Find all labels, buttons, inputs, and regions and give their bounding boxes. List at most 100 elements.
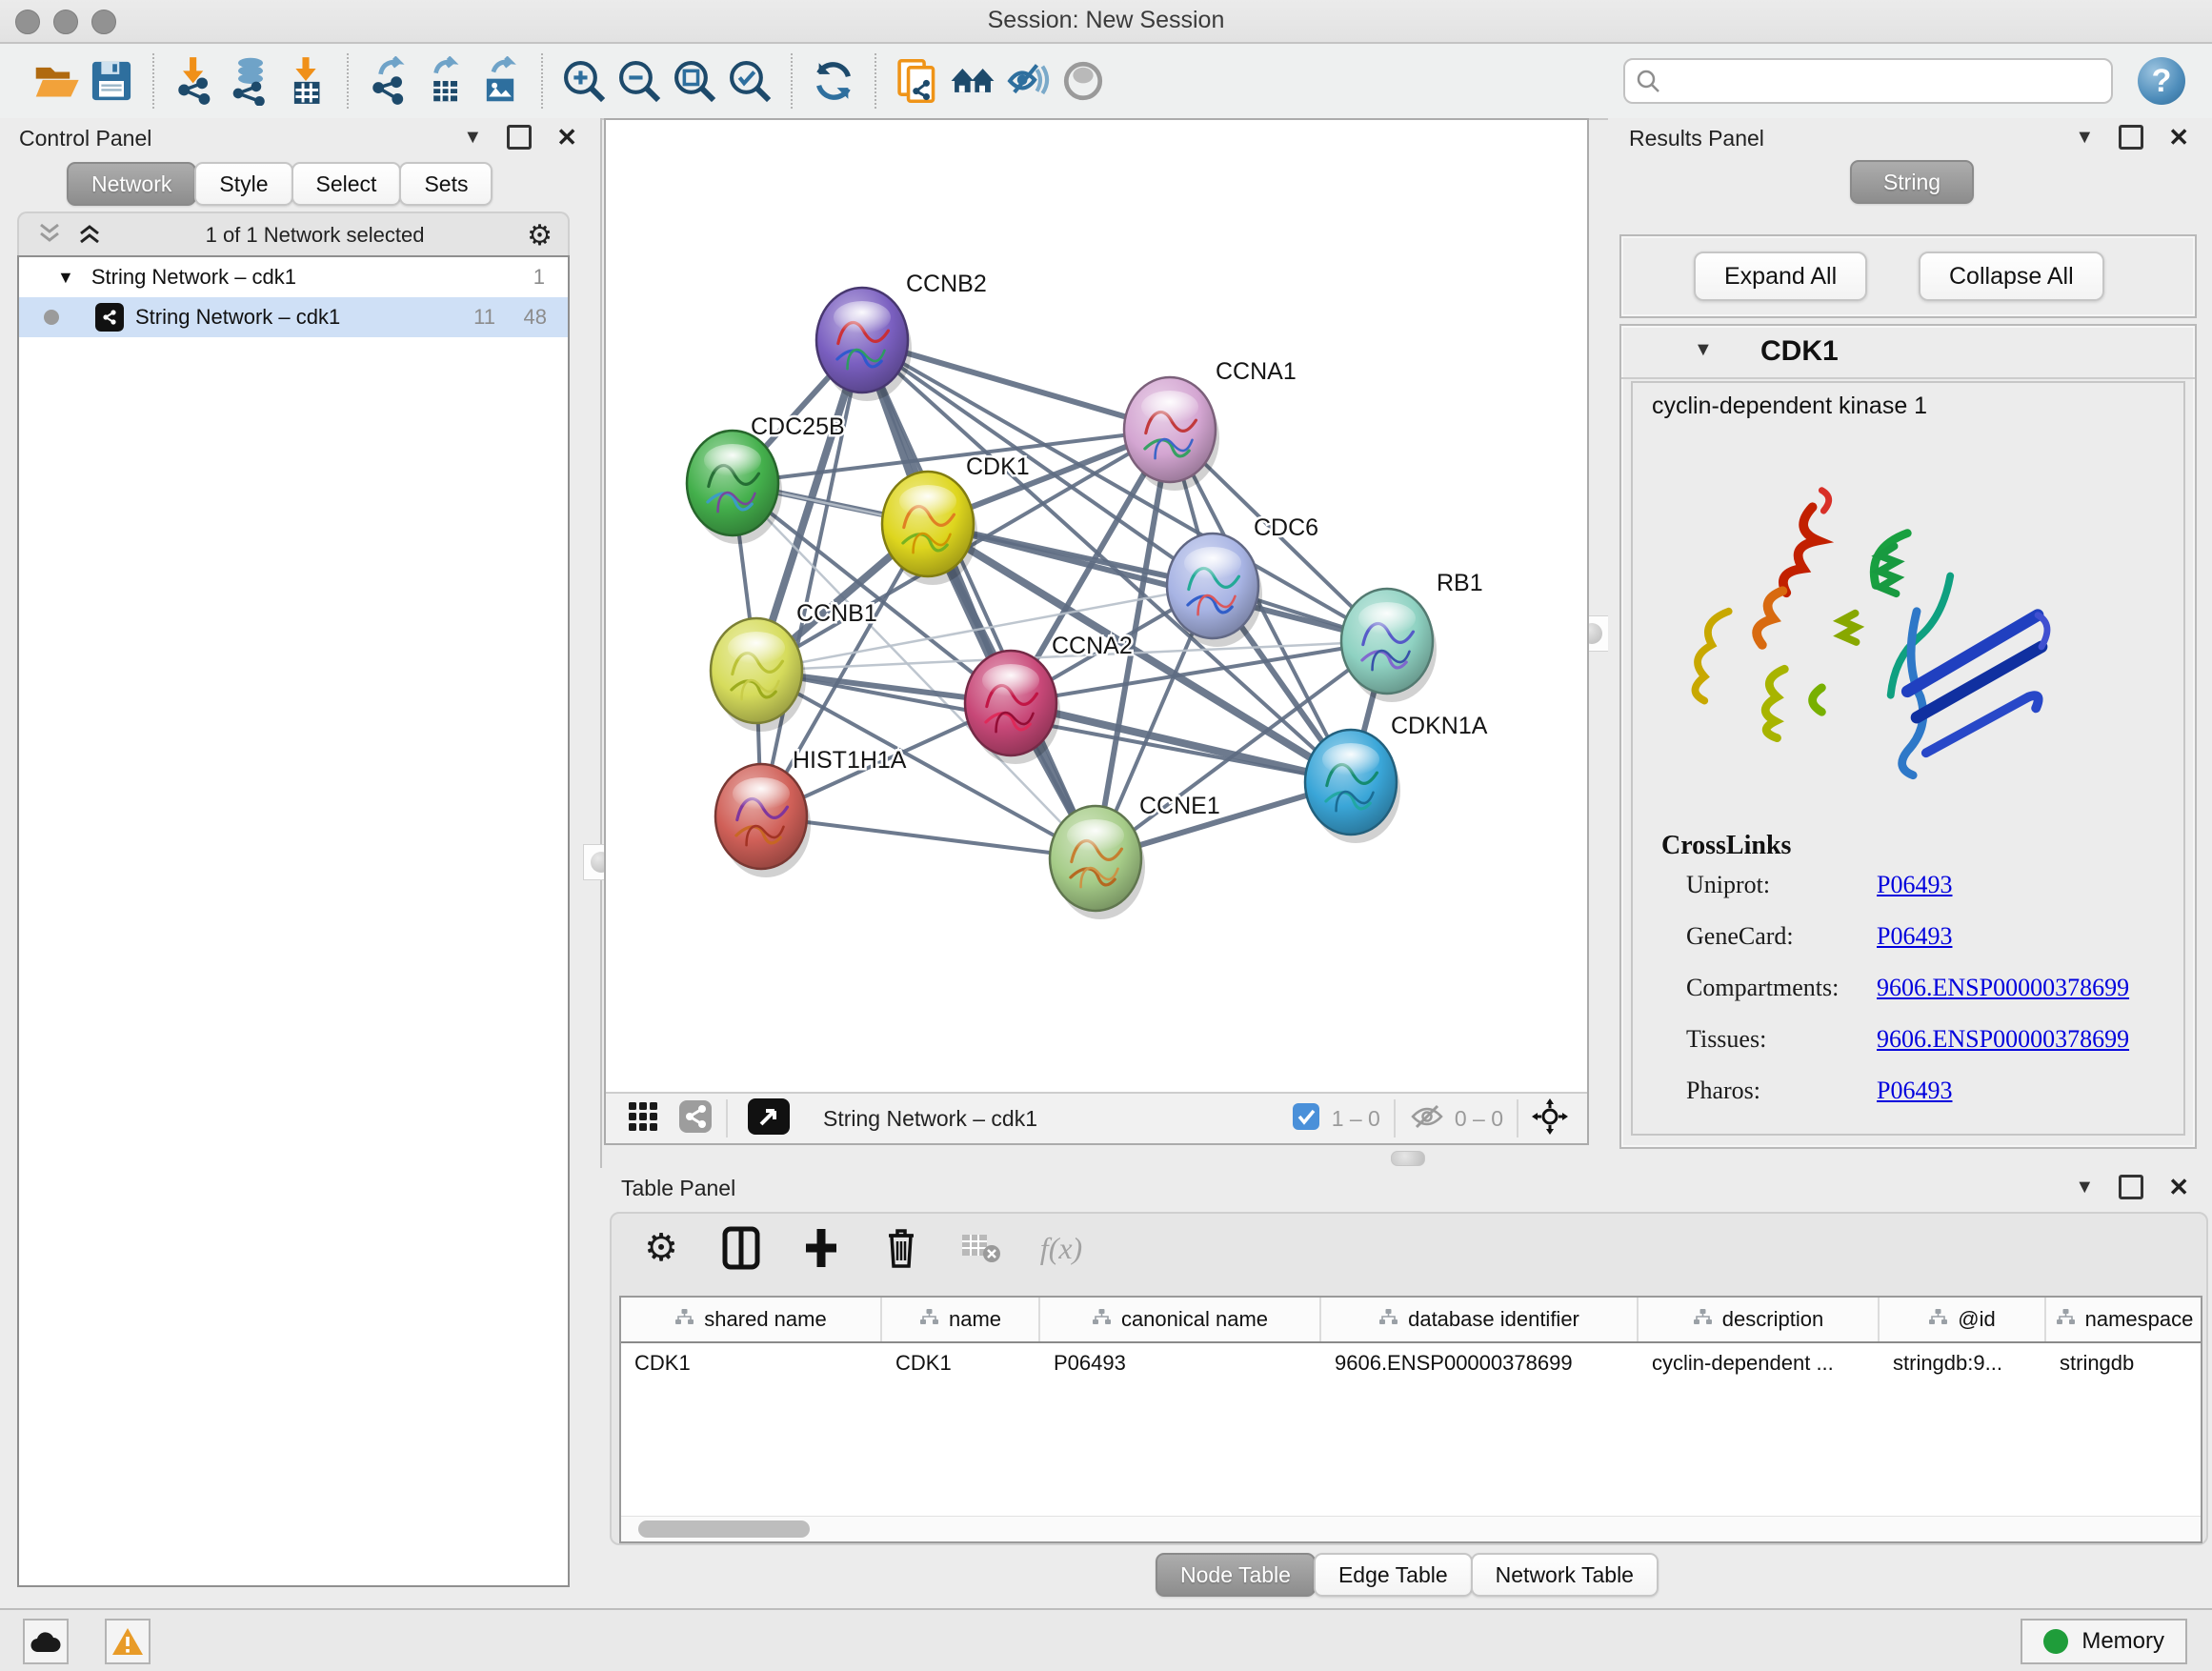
column-header-databaseidentifier[interactable]: database identifier [1321, 1298, 1639, 1341]
table-tab-edge-table[interactable]: Edge Table [1314, 1553, 1473, 1597]
zoom-out-button[interactable] [612, 53, 667, 109]
help-button[interactable]: ? [2138, 57, 2185, 105]
results-panel-float-icon[interactable] [2119, 125, 2143, 150]
import-network-file-button[interactable] [168, 53, 223, 109]
export-network-button[interactable] [362, 53, 417, 109]
network-node-CDK1[interactable] [882, 472, 977, 585]
table-tab-network-table[interactable]: Network Table [1471, 1553, 1659, 1597]
refresh-layout-button[interactable] [806, 53, 861, 109]
zoom-fit-button[interactable] [667, 53, 722, 109]
network-node-CCNE1[interactable] [1050, 806, 1145, 919]
network-node-RB1[interactable] [1341, 589, 1437, 702]
results-panel-menu-icon[interactable]: ▼ [2075, 127, 2094, 149]
export-table-button[interactable] [417, 53, 473, 109]
network-node-CCNB2[interactable] [816, 288, 912, 401]
network-list-gear-icon[interactable]: ⚙ [527, 219, 553, 252]
network-share-icon[interactable] [678, 1099, 713, 1138]
zoom-selected-button[interactable] [722, 53, 777, 109]
network-node-CDC25B[interactable] [687, 431, 782, 544]
selected-checkbox-icon[interactable] [1292, 1102, 1320, 1136]
function-builder-icon[interactable]: f(x) [1036, 1223, 1086, 1273]
table-horizontal-scrollbar[interactable] [621, 1516, 2201, 1541]
table-panel-float-icon[interactable] [2119, 1175, 2143, 1199]
table-cell[interactable]: CDK1 [621, 1343, 882, 1383]
gene-disclosure-icon[interactable]: ▼ [1694, 339, 1713, 361]
column-header-description[interactable]: description [1639, 1298, 1880, 1341]
tab-style[interactable]: Style [194, 162, 292, 206]
string-glass-sphere-button[interactable] [1056, 53, 1111, 109]
table-tab-node-table[interactable]: Node Table [1156, 1553, 1316, 1597]
zoom-in-button[interactable] [556, 53, 612, 109]
table-cell[interactable]: CDK1 [882, 1343, 1040, 1383]
string-homes-button[interactable] [945, 53, 1000, 109]
warning-status-button[interactable] [105, 1619, 151, 1664]
toolbar-search-input[interactable] [1661, 67, 2101, 95]
crosslink-link[interactable]: 9606.ENSP00000378699 [1877, 1025, 2129, 1054]
collection-disclosure-icon[interactable]: ▼ [57, 268, 74, 288]
tab-select[interactable]: Select [292, 162, 402, 206]
cloud-status-button[interactable] [23, 1619, 69, 1664]
fit-selected-crosshair-icon[interactable] [1532, 1098, 1568, 1139]
network-collection-row[interactable]: ▼ String Network – cdk1 1 [19, 257, 568, 297]
network-edge-CCNA2-CDKN1A[interactable] [1011, 703, 1351, 782]
table-cell[interactable]: 9606.ENSP00000378699 [1321, 1343, 1639, 1383]
horizontal-splitter-handle[interactable] [1391, 1151, 1425, 1166]
tab-sets[interactable]: Sets [399, 162, 493, 206]
string-enhanced-labels-button[interactable] [1000, 53, 1056, 109]
table-panel-menu-icon[interactable]: ▼ [2075, 1177, 2094, 1198]
table-gear-icon[interactable]: ⚙ [636, 1223, 686, 1273]
crosslink-link[interactable]: P06493 [1877, 922, 1952, 951]
gene-details-box: cyclin-dependent kinase 1 [1631, 381, 2185, 1136]
import-table-file-button[interactable] [278, 53, 333, 109]
table-cell[interactable]: stringdb [2046, 1343, 2202, 1383]
string-import-button[interactable] [890, 53, 945, 109]
column-header-namespace[interactable]: namespace [2046, 1298, 2202, 1341]
add-column-icon[interactable] [796, 1223, 846, 1273]
selected-node-edge-counts: 1 – 0 [1332, 1106, 1380, 1132]
network-node-CCNA1[interactable] [1124, 377, 1219, 491]
control-panel-menu-icon[interactable]: ▼ [463, 127, 482, 149]
import-network-database-button[interactable] [223, 53, 278, 109]
table-cell[interactable]: P06493 [1040, 1343, 1321, 1383]
delete-column-icon[interactable] [876, 1223, 926, 1273]
column-header-name[interactable]: name [882, 1298, 1040, 1341]
export-image-button[interactable] [473, 53, 528, 109]
network-node-CCNA2[interactable] [965, 651, 1060, 764]
crosslink-link[interactable]: P06493 [1877, 1077, 1952, 1105]
expand-all-icon[interactable] [76, 221, 103, 251]
column-header-canonicalname[interactable]: canonical name [1040, 1298, 1321, 1341]
network-canvas[interactable]: CCNB2CCNA1CDC25BCDK1CDC6RB1CCNB1CCNA2CDK… [604, 118, 1589, 1145]
results-panel-close-icon[interactable]: ✕ [2168, 123, 2189, 152]
save-session-button[interactable] [84, 53, 139, 109]
network-edge-HIST1H1A-CCNE1[interactable] [761, 816, 1096, 858]
control-panel-close-icon[interactable]: ✕ [556, 123, 577, 152]
scrollbar-thumb[interactable] [638, 1520, 810, 1538]
delete-table-icon[interactable] [956, 1223, 1006, 1273]
birdseye-toggle-icon[interactable] [747, 1097, 791, 1140]
collapse-all-button[interactable]: Collapse All [1919, 252, 2104, 301]
network-row[interactable]: String Network – cdk1 11 48 [19, 297, 568, 337]
network-node-HIST1H1A[interactable] [715, 764, 811, 877]
table-cell[interactable]: stringdb:9... [1880, 1343, 2046, 1383]
open-session-button[interactable] [29, 53, 84, 109]
table-panel-close-icon[interactable]: ✕ [2168, 1173, 2189, 1202]
column-header-id[interactable]: @id [1880, 1298, 2046, 1341]
crosslink-link[interactable]: P06493 [1877, 871, 1952, 899]
grid-view-icon[interactable] [627, 1100, 659, 1137]
control-panel-float-icon[interactable] [507, 125, 532, 150]
results-tab-string[interactable]: String [1850, 160, 1974, 204]
hidden-eye-icon[interactable] [1409, 1102, 1445, 1136]
collapse-all-icon[interactable] [36, 221, 63, 251]
network-edge-CDK1-RB1[interactable] [928, 524, 1387, 641]
network-edge-CCNB2-HIST1H1A[interactable] [761, 340, 862, 816]
network-node-CDKN1A[interactable] [1305, 730, 1400, 843]
memory-button[interactable]: Memory [2021, 1619, 2187, 1664]
crosslink-link[interactable]: 9606.ENSP00000378699 [1877, 974, 2129, 1002]
table-cell[interactable]: cyclin-dependent ... [1639, 1343, 1880, 1383]
show-columns-icon[interactable] [716, 1223, 766, 1273]
expand-all-button[interactable]: Expand All [1694, 252, 1867, 301]
tab-network[interactable]: Network [67, 162, 196, 206]
network-node-CCNB1[interactable] [711, 618, 806, 732]
column-header-sharedname[interactable]: shared name [621, 1298, 882, 1341]
table-row[interactable]: CDK1CDK1P064939606.ENSP00000378699cyclin… [621, 1343, 2201, 1383]
